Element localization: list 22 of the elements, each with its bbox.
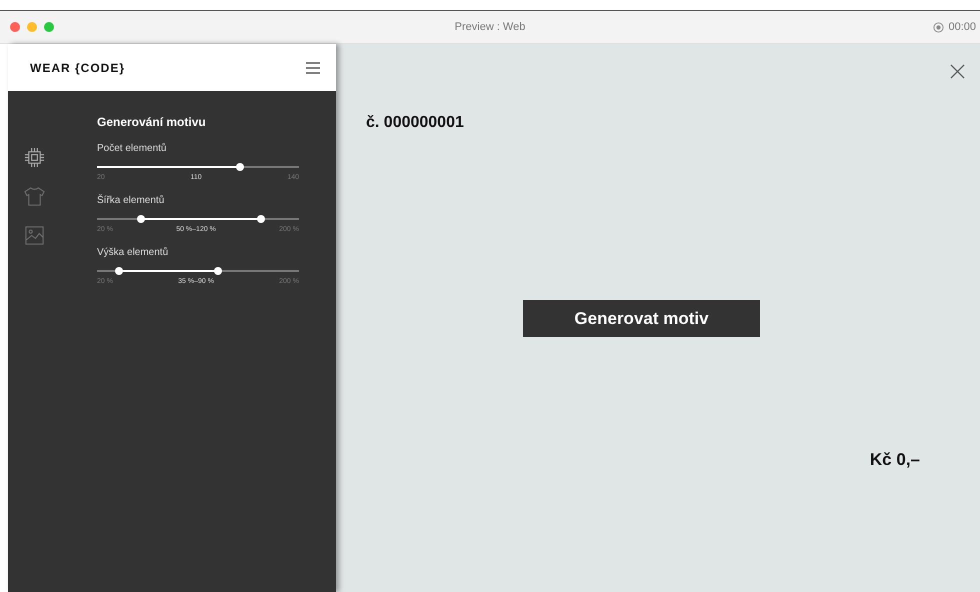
- slider-label: Výška elementů: [97, 247, 170, 258]
- design-number: č. 000000001: [366, 114, 465, 132]
- section-title: Generování motivu: [97, 115, 207, 129]
- shirt-icon[interactable]: [24, 186, 45, 207]
- window-title: Preview : Web: [454, 21, 526, 33]
- chip-icon[interactable]: [24, 147, 45, 168]
- slider-thumb[interactable]: [236, 163, 244, 171]
- slider-thumb[interactable]: [137, 215, 146, 223]
- close-icon[interactable]: [950, 64, 965, 79]
- record-icon[interactable]: [933, 22, 944, 32]
- slider-thumb[interactable]: [256, 215, 265, 223]
- slider-label: Počet elementů: [97, 143, 168, 154]
- slider-thumb[interactable]: [214, 267, 222, 275]
- slider-label: Šířka elementů: [97, 195, 166, 206]
- price: Kč 0,–: [870, 450, 920, 470]
- image-icon[interactable]: [24, 225, 45, 246]
- generate-button[interactable]: Generovat motiv: [523, 300, 760, 337]
- menu-icon[interactable]: [306, 62, 320, 74]
- logo: WEAR {CODE}: [30, 60, 126, 74]
- timer-text: 00:00: [948, 21, 976, 33]
- slider-thumb[interactable]: [115, 267, 124, 275]
- close-window-icon[interactable]: [10, 22, 20, 32]
